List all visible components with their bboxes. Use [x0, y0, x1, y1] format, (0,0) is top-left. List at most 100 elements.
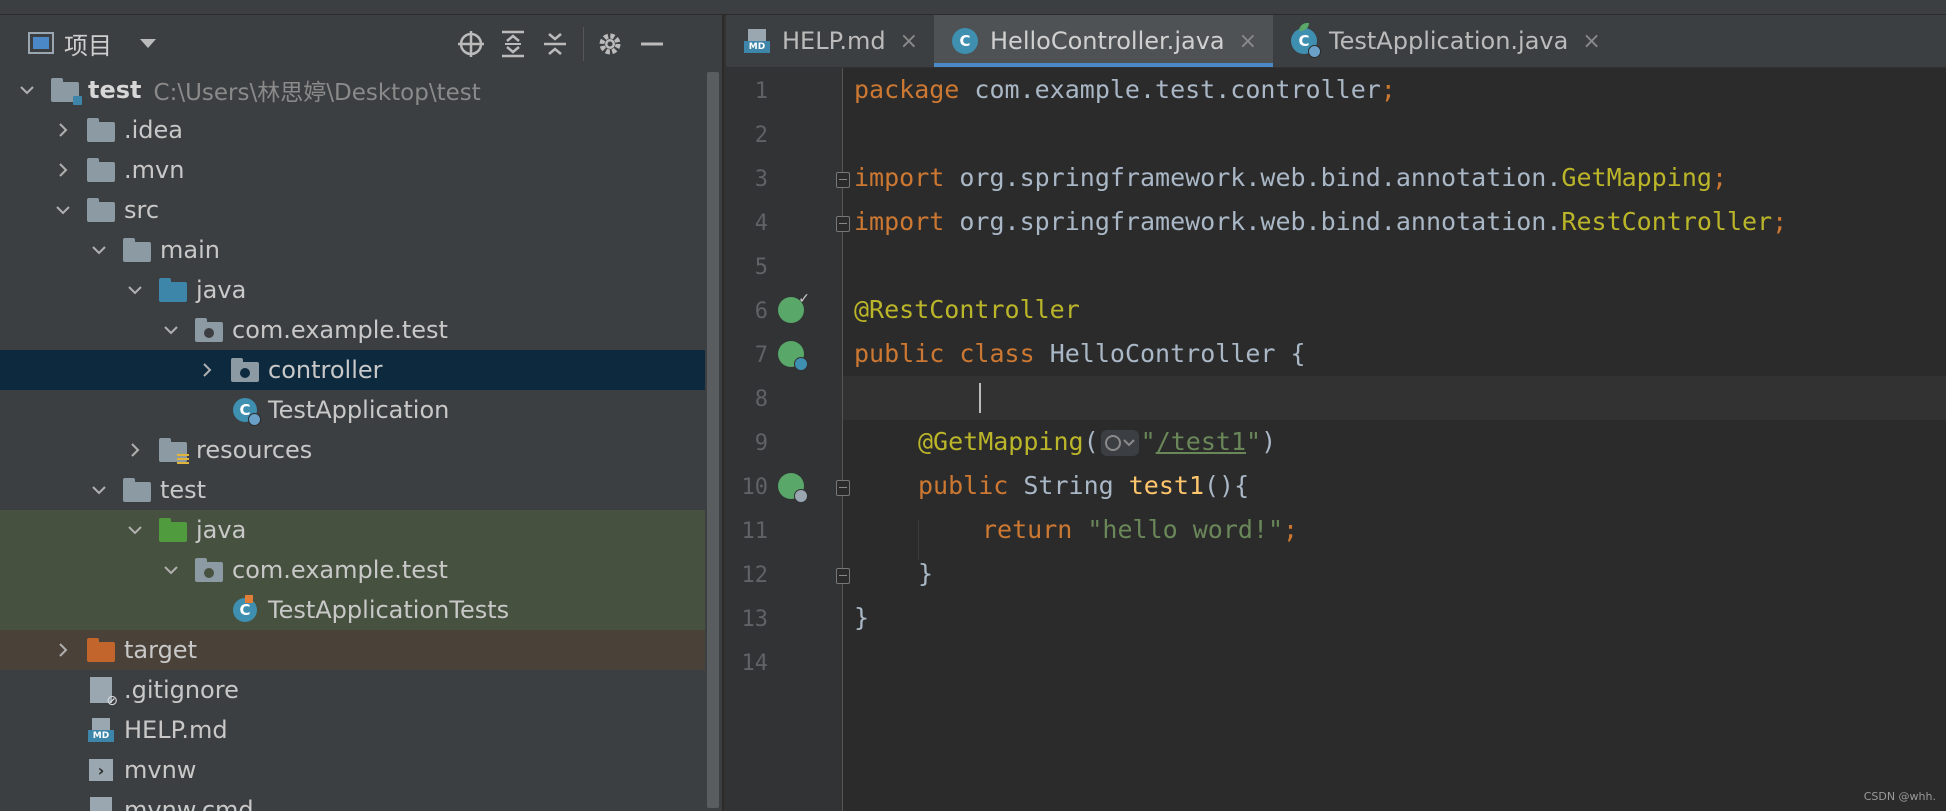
- code-line: @GetMapping("/test1"): [918, 427, 1277, 456]
- fold-marker[interactable]: [836, 172, 850, 188]
- chevron-down-icon[interactable]: [160, 319, 182, 341]
- code-line: }: [918, 559, 934, 588]
- hide-panel-button[interactable]: [636, 28, 668, 60]
- gear-icon: [599, 33, 621, 55]
- tab-help-md[interactable]: MD HELP.md ×: [726, 15, 934, 67]
- tree-item[interactable]: .idea: [0, 110, 722, 150]
- tree-item[interactable]: src: [0, 190, 722, 230]
- chevron-right-icon[interactable]: [196, 359, 218, 381]
- chevron-down-icon[interactable]: [52, 199, 74, 221]
- tree-item[interactable]: mvnw.cmd: [0, 790, 722, 811]
- locate-button[interactable]: [455, 28, 487, 60]
- chevron-right-icon[interactable]: [124, 439, 146, 461]
- url-inlay-hint[interactable]: [1100, 430, 1139, 456]
- chevron-right-icon[interactable]: [52, 119, 74, 141]
- line-number: 11: [741, 519, 769, 544]
- project-view-selector[interactable]: 项目: [28, 28, 156, 60]
- tree-item[interactable]: C TestApplication: [0, 390, 722, 430]
- chevron-down-icon[interactable]: [88, 479, 110, 501]
- tree-item[interactable]: test: [0, 470, 722, 510]
- fold-marker[interactable]: [836, 216, 850, 232]
- tab-label: TestApplication.java: [1329, 27, 1569, 55]
- tree-item-label: src: [124, 196, 160, 224]
- tree-item[interactable]: resources: [0, 430, 722, 470]
- markdown-icon: MD: [744, 29, 770, 53]
- line-number: 13: [741, 607, 769, 632]
- shell-script-icon: ›: [86, 758, 116, 782]
- tree-item[interactable]: main: [0, 230, 722, 270]
- tree-item-label: java: [196, 516, 247, 544]
- line-number: 2: [754, 123, 768, 148]
- collapse-all-icon: [544, 33, 566, 55]
- close-icon[interactable]: ×: [1582, 29, 1600, 54]
- folder-icon: [122, 477, 152, 502]
- project-title: 项目: [64, 31, 112, 60]
- tree-item-label: java: [196, 276, 247, 304]
- line-number: 1: [754, 79, 768, 104]
- tree-item-label: mvnw: [124, 756, 197, 784]
- chevron-down-icon[interactable]: [16, 79, 38, 101]
- tree-item-label: target: [124, 636, 197, 664]
- settings-button[interactable]: [594, 28, 626, 60]
- project-scrollbar[interactable]: [705, 70, 722, 811]
- tree-item[interactable]: target: [0, 630, 722, 670]
- tree-item[interactable]: java: [0, 270, 722, 310]
- tab-test-application[interactable]: C TestApplication.java ×: [1273, 15, 1617, 67]
- tree-item[interactable]: java: [0, 510, 722, 550]
- close-icon[interactable]: ×: [900, 29, 918, 54]
- collapse-all-button[interactable]: [539, 28, 571, 60]
- code-line: @RestController: [854, 295, 1080, 324]
- spring-class-icon: C: [1291, 23, 1322, 58]
- request-mapping-gutter-icon[interactable]: [778, 473, 808, 503]
- chevron-down-icon[interactable]: [124, 519, 146, 541]
- code-line: return "hello word!";: [982, 515, 1299, 544]
- tree-item[interactable]: com.example.test: [0, 310, 722, 350]
- gitignore-file-icon: [86, 677, 118, 709]
- spring-bean-gutter-icon[interactable]: [778, 341, 808, 371]
- current-line-highlight: [843, 376, 1946, 420]
- code-line: package com.example.test.controller;: [854, 75, 1396, 104]
- tree-item-label: com.example.test: [232, 316, 448, 344]
- source-folder-icon: [158, 277, 188, 302]
- chevron-down-icon[interactable]: [160, 559, 182, 581]
- tree-item-label: .idea: [124, 116, 184, 144]
- chevron-down-icon: [140, 38, 156, 48]
- line-number: 6: [754, 299, 768, 324]
- tree-item-label: mvnw.cmd: [124, 796, 254, 811]
- window-top-strip: [0, 0, 1946, 15]
- expand-all-button[interactable]: [497, 28, 529, 60]
- tree-item[interactable]: C TestApplicationTests: [0, 590, 722, 630]
- code-line: public String test1(){: [918, 471, 1250, 500]
- locate-icon: [458, 31, 484, 57]
- tab-hello-controller[interactable]: C HelloController.java ×: [934, 15, 1274, 67]
- url-link[interactable]: /test1: [1156, 427, 1246, 456]
- line-number: 3: [754, 167, 768, 192]
- excluded-folder-icon: [86, 637, 116, 662]
- chevron-down-icon[interactable]: [88, 239, 110, 261]
- package-icon: [194, 317, 224, 342]
- tree-item[interactable]: .mvn: [0, 150, 722, 190]
- line-number: 10: [741, 475, 769, 500]
- tree-item[interactable]: › mvnw: [0, 750, 722, 790]
- tree-item[interactable]: .gitignore: [0, 670, 722, 710]
- chevron-down-icon[interactable]: [124, 279, 146, 301]
- spring-class-icon: C: [230, 398, 261, 426]
- markdown-file-icon: MD: [86, 718, 116, 742]
- line-number: 4: [754, 211, 768, 236]
- tree-root[interactable]: test C:\Users\林思婷\Desktop\test: [0, 70, 721, 110]
- line-number: 9: [754, 431, 768, 456]
- editor-panel: MD HELP.md × C HelloController.java × C …: [724, 15, 1946, 811]
- tree-item[interactable]: com.example.test: [0, 550, 722, 590]
- tree-item-label: TestApplicationTests: [268, 596, 510, 624]
- code-line: }: [854, 603, 870, 632]
- code-line: public class HelloController {: [854, 339, 1306, 368]
- close-icon[interactable]: ×: [1239, 29, 1257, 54]
- spring-bean-gutter-icon[interactable]: ✓: [778, 291, 810, 323]
- tree-item-selected[interactable]: controller: [0, 350, 722, 390]
- fold-marker[interactable]: [836, 480, 850, 496]
- tree-item[interactable]: MD HELP.md: [0, 710, 722, 750]
- scrollbar-thumb[interactable]: [707, 72, 719, 808]
- chevron-right-icon[interactable]: [52, 639, 74, 661]
- chevron-right-icon[interactable]: [52, 159, 74, 181]
- fold-marker[interactable]: [836, 568, 850, 584]
